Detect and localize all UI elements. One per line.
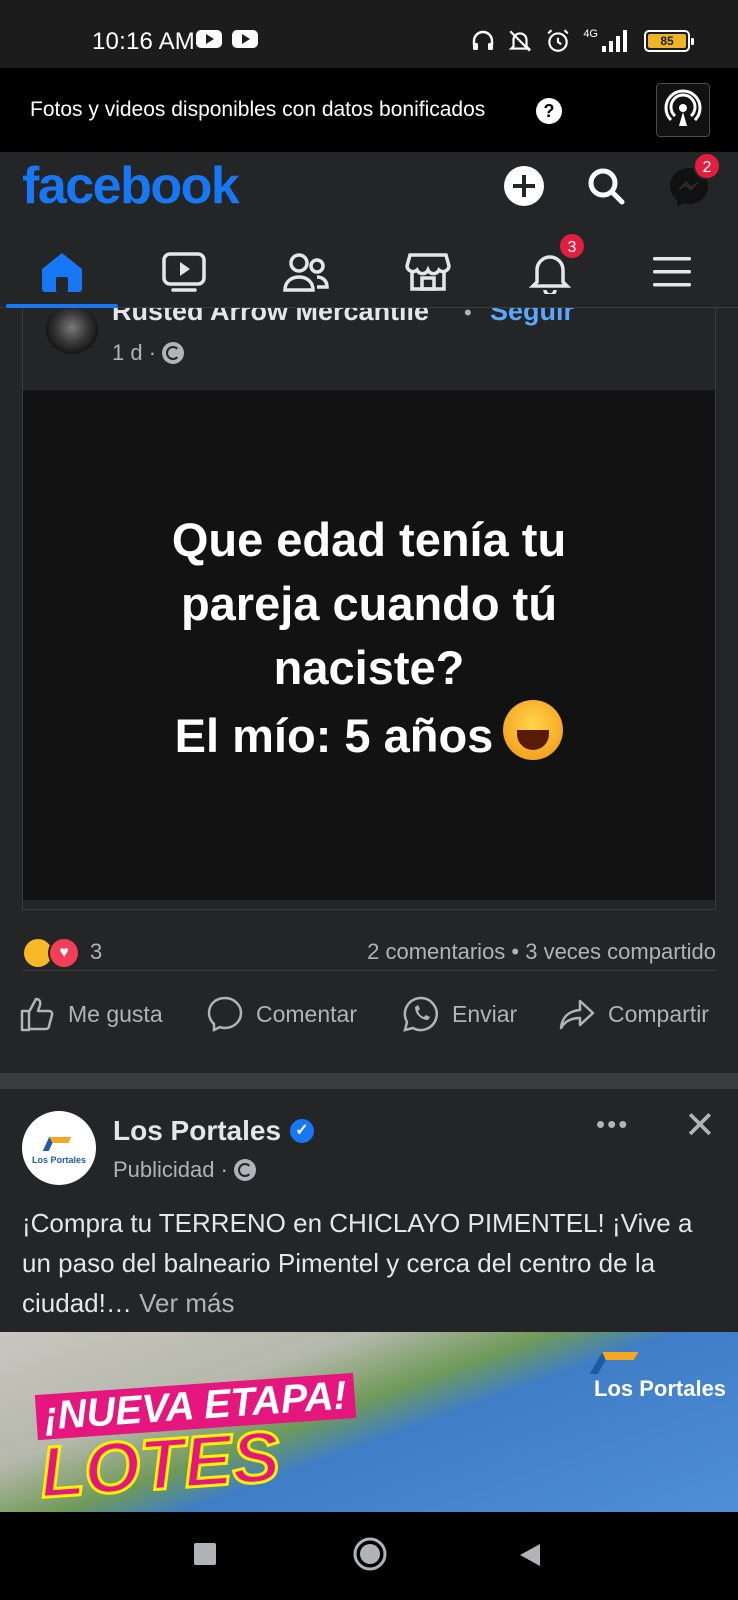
data-banner: Fotos y videos disponibles con datos bon… bbox=[0, 68, 738, 152]
los-portales-logo-icon bbox=[589, 1352, 639, 1374]
send-button[interactable]: Enviar bbox=[402, 989, 517, 1039]
create-button[interactable] bbox=[500, 162, 548, 210]
data-banner-text: Fotos y videos disponibles con datos bon… bbox=[30, 98, 486, 121]
post-author[interactable]: Los Portales bbox=[113, 1115, 281, 1147]
post-author[interactable]: Rusted Arrow Mercantile bbox=[112, 308, 429, 327]
post-image[interactable]: Que edad tenía tu pareja cuando tú nacis… bbox=[23, 390, 715, 900]
image-text-line: naciste? bbox=[273, 641, 465, 694]
post-body: ¡Compra tu TERRENO en CHICLAYO PIMENTEL!… bbox=[22, 1208, 693, 1318]
tab-marketplace[interactable] bbox=[372, 236, 484, 308]
reaction-icons[interactable]: ♥ bbox=[22, 937, 82, 969]
laughing-emoji-icon bbox=[503, 700, 564, 760]
bell-off-icon bbox=[509, 30, 532, 52]
feed-separator bbox=[0, 1073, 738, 1089]
signal-icon bbox=[602, 30, 627, 52]
tab-watch[interactable] bbox=[128, 236, 240, 308]
broadcast-icon bbox=[664, 89, 702, 126]
status-bar: 10:16 AM 4G 85 bbox=[0, 0, 738, 68]
tab-home[interactable] bbox=[6, 236, 118, 308]
post-meta: Publicidad · bbox=[113, 1157, 256, 1183]
alarm-icon bbox=[547, 29, 569, 52]
like-label: Me gusta bbox=[68, 1000, 163, 1027]
menu-icon bbox=[653, 257, 691, 287]
post-stats[interactable]: 2 comentarios • 3 veces compartido bbox=[367, 939, 716, 965]
follow-button[interactable]: Seguir bbox=[490, 308, 574, 327]
broadcast-button[interactable] bbox=[656, 83, 710, 137]
image-text-line: pareja cuando tú bbox=[180, 577, 558, 630]
main-nav: 3 bbox=[0, 232, 738, 308]
los-portales-logo-icon bbox=[42, 1137, 72, 1151]
post-time: 1 d · bbox=[112, 340, 157, 365]
share-icon bbox=[559, 999, 595, 1030]
love-reaction-icon: ♥ bbox=[48, 937, 80, 969]
headphones-icon bbox=[473, 30, 494, 50]
share-label: Compartir bbox=[608, 1000, 709, 1027]
more-options-button[interactable]: ••• bbox=[596, 1109, 629, 1140]
image-text-line: El mío: 5 años bbox=[174, 709, 494, 762]
post-card: Rusted Arrow Mercantile • Seguir 1 d · Q… bbox=[0, 308, 738, 1073]
ad-brand: Los Portales bbox=[594, 1376, 727, 1401]
thumbs-up-icon bbox=[20, 997, 54, 1032]
hide-post-button[interactable]: ✕ bbox=[684, 1103, 716, 1148]
battery-icon: 85 bbox=[644, 30, 694, 52]
home-icon bbox=[42, 253, 82, 292]
see-more-link[interactable]: Ver más bbox=[139, 1288, 234, 1318]
like-button[interactable]: Me gusta bbox=[18, 989, 163, 1039]
divider bbox=[22, 970, 716, 971]
messenger-badge: 2 bbox=[693, 152, 721, 180]
globe-icon bbox=[233, 1159, 256, 1181]
whatsapp-icon bbox=[403, 996, 438, 1032]
search-button[interactable] bbox=[582, 162, 630, 210]
square-icon bbox=[194, 1543, 216, 1565]
post-text: ¡Compra tu TERRENO en CHICLAYO PIMENTEL!… bbox=[22, 1203, 722, 1323]
plus-icon bbox=[504, 166, 544, 206]
avatar[interactable]: Los Portales bbox=[22, 1111, 96, 1185]
circle-icon bbox=[353, 1537, 387, 1571]
comment-label: Comentar bbox=[256, 1000, 357, 1027]
system-navigation-bar bbox=[0, 1512, 738, 1600]
comment-button[interactable]: Comentar bbox=[206, 989, 357, 1039]
video-icon bbox=[162, 252, 206, 292]
comment-icon bbox=[207, 996, 243, 1033]
avatar-text: Los Portales bbox=[32, 1155, 87, 1165]
recents-button[interactable] bbox=[193, 1542, 217, 1571]
youtube-icon bbox=[196, 30, 222, 48]
post-meta: 1 d · bbox=[112, 340, 185, 366]
back-triangle-icon bbox=[520, 1544, 540, 1566]
messenger-button[interactable]: 2 bbox=[665, 152, 721, 210]
reaction-count[interactable]: 3 bbox=[90, 939, 102, 965]
search-icon bbox=[588, 168, 625, 205]
notifications-badge: 3 bbox=[558, 232, 586, 260]
post-actions: Me gusta Comentar Enviar Compartir bbox=[0, 989, 738, 1039]
share-button[interactable]: Compartir bbox=[558, 989, 709, 1039]
post-image-text: Que edad tenía tu pareja cuando tú nacis… bbox=[23, 508, 715, 768]
youtube-icon bbox=[232, 30, 258, 48]
tab-notifications[interactable]: 3 bbox=[494, 232, 606, 308]
image-text-line: Que edad tenía tu bbox=[171, 513, 567, 566]
tab-menu[interactable] bbox=[616, 236, 728, 308]
send-label: Enviar bbox=[452, 1000, 518, 1027]
marketplace-icon bbox=[405, 253, 451, 291]
sponsored-label: Publicidad · bbox=[113, 1157, 228, 1182]
home-button[interactable] bbox=[352, 1536, 388, 1577]
status-icons: 4G 85 bbox=[471, 28, 694, 54]
avatar[interactable] bbox=[46, 308, 98, 354]
facebook-logo[interactable]: facebook bbox=[22, 156, 240, 216]
network-type: 4G bbox=[583, 28, 598, 40]
verified-badge-icon: ✓ bbox=[290, 1119, 314, 1143]
facebook-header: facebook 2 3 bbox=[0, 152, 738, 308]
tab-friends[interactable] bbox=[250, 236, 362, 308]
dot-separator: • bbox=[464, 308, 472, 325]
help-icon[interactable]: ? bbox=[536, 98, 562, 124]
image-text-line-last: El mío: 5 años bbox=[23, 700, 715, 768]
back-button[interactable] bbox=[518, 1542, 542, 1573]
ad-headline-large: LOTES bbox=[36, 1415, 284, 1512]
status-time: 10:16 AM bbox=[92, 28, 196, 55]
globe-icon bbox=[162, 342, 185, 364]
ad-image[interactable]: ¡NUEVA ETAPA! LOTES Los Portales bbox=[0, 1332, 738, 1512]
friends-icon bbox=[283, 253, 329, 292]
